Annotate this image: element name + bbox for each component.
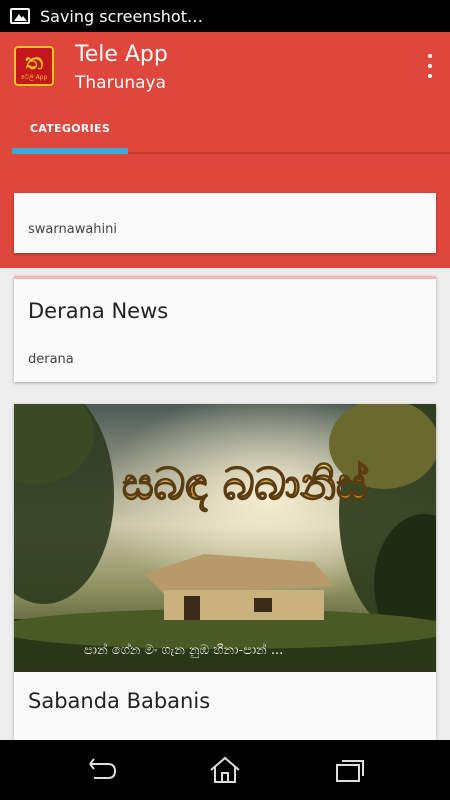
navigation-bar bbox=[0, 740, 450, 800]
back-icon[interactable] bbox=[84, 754, 120, 786]
home-icon[interactable] bbox=[207, 754, 243, 786]
notification-text: Saving screenshot… bbox=[40, 6, 203, 26]
logo-caption: ටෙලි App bbox=[20, 73, 48, 81]
status-bar: Saving screenshot… bbox=[0, 0, 450, 32]
app-bar: ත ටෙලි App Tele App Tharunaya CATEGORIES bbox=[0, 32, 450, 160]
tab-strip-underline bbox=[128, 152, 450, 154]
overflow-dot bbox=[428, 74, 432, 78]
program-thumbnail[interactable]: සබඳ බබානිස් පාන් ගේන මං ගැන නුඹ හිනා-පාන… bbox=[14, 404, 436, 672]
recents-icon[interactable] bbox=[332, 754, 368, 786]
program-card-sabanda-babanis[interactable]: සබඳ බබානිස් පාන් ගේන මං ගැන නුඹ හිනා-පාන… bbox=[14, 404, 436, 764]
channel-subtitle: swarnawahini bbox=[28, 222, 117, 237]
overflow-dot bbox=[428, 64, 432, 68]
overflow-menu-icon[interactable] bbox=[424, 54, 436, 78]
program-title: Sabanda Babanis bbox=[28, 689, 211, 713]
channel-card-swarnawahini[interactable]: swarnawahini bbox=[14, 193, 436, 253]
channel-subtitle: derana bbox=[28, 352, 74, 367]
image-icon bbox=[10, 8, 30, 24]
channel-title: Derana News bbox=[28, 299, 169, 323]
channel-card-derana[interactable]: Derana News derana bbox=[14, 276, 436, 382]
app-logo: ත ටෙලි App bbox=[14, 46, 54, 86]
logo-glyph: ත bbox=[25, 49, 43, 75]
program-art-title: සබඳ බබානිස් bbox=[122, 459, 368, 512]
app-title: Tele App bbox=[75, 42, 168, 67]
app-subtitle: Tharunaya bbox=[75, 73, 167, 93]
tab-indicator bbox=[12, 148, 128, 154]
overflow-dot bbox=[428, 54, 432, 58]
program-art-tagline: පාන් ගේන මං ගැන නුඹ හිනා-පාන් ... bbox=[84, 642, 283, 658]
program-thumbnail-art: සබඳ බබානිස් පාන් ගේන මං ගැන නුඹ හිනා-පාන… bbox=[14, 404, 436, 672]
